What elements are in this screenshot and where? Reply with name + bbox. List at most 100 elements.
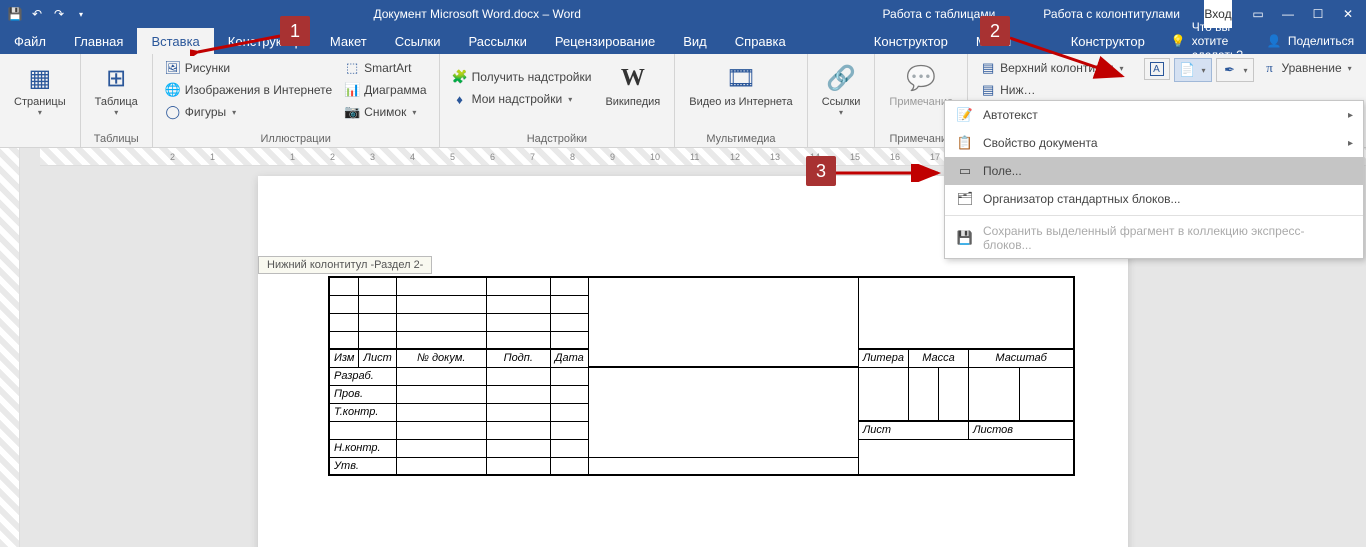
pictures-button[interactable]: 🖼Рисунки: [161, 58, 336, 78]
table-icon: ⊞: [100, 62, 132, 94]
share-label: Поделиться: [1288, 34, 1354, 48]
group-illustrations: 🖼Рисунки 🌐 Изображения в Интернете ◯Фигур…: [153, 54, 440, 147]
field-label: Поле...: [983, 164, 1022, 178]
get-addins-button[interactable]: 🧩Получить надстройки: [448, 67, 596, 87]
close-icon[interactable]: ✕: [1334, 0, 1362, 28]
video-icon: 🎞: [725, 62, 757, 94]
redo-icon[interactable]: ↷: [50, 5, 68, 23]
equation-button[interactable]: πУравнение▾: [1258, 58, 1356, 78]
autotext-icon: 📝: [955, 107, 975, 123]
bulb-icon: 💡: [1171, 34, 1186, 48]
tab-help[interactable]: Справка: [721, 28, 800, 54]
save-block-item: 💾Сохранить выделенный фрагмент в коллекц…: [945, 218, 1363, 258]
shapes-button[interactable]: ◯Фигуры▾: [161, 102, 336, 122]
arrow-1: [190, 32, 280, 56]
wikipedia-button[interactable]: W Википедия: [599, 58, 666, 112]
tell-me-search[interactable]: 💡 Что вы хотите сделать?: [1159, 28, 1255, 54]
tab-mailings[interactable]: Рассылки: [454, 28, 540, 54]
textbox-button[interactable]: A: [1144, 58, 1170, 80]
online-pictures-icon: 🌐: [165, 82, 181, 98]
link-icon: 🔗: [825, 62, 857, 94]
cell-mashtab: Масштаб: [968, 349, 1074, 367]
qat-more-icon[interactable]: ▾: [72, 5, 90, 23]
group-addins-label: Надстройки: [448, 131, 667, 145]
tab-table-design[interactable]: Конструктор: [860, 28, 962, 54]
ribbon: ▦ Страницы ▾ ⊞ Таблица ▾ Таблицы 🖼Рисунк…: [0, 54, 1366, 148]
arrow-3: [836, 164, 946, 182]
video-label: Видео из Интернета: [689, 96, 792, 108]
smartart-label: SmartArt: [364, 61, 411, 75]
my-addins-label: Мои надстройки: [472, 92, 563, 106]
save-block-icon: 💾: [955, 230, 975, 246]
tab-review[interactable]: Рецензирование: [541, 28, 669, 54]
table-label: Таблица: [95, 96, 138, 108]
cell-izm: Изм: [329, 349, 359, 367]
smartart-icon: ⬚: [344, 60, 360, 76]
organizer-icon: 🗂: [955, 191, 975, 207]
autotext-item[interactable]: 📝Автотекст▸: [945, 101, 1363, 129]
tab-file[interactable]: Файл: [0, 28, 60, 54]
group-links: 🔗 Ссылки ▾: [808, 54, 876, 147]
cell-massa: Масса: [908, 349, 968, 367]
wikipedia-icon: W: [617, 62, 649, 94]
cell-razrab: Разраб.: [329, 367, 396, 385]
online-pictures-button[interactable]: 🌐 Изображения в Интернете: [161, 80, 336, 100]
cell-list: Лист: [359, 349, 396, 367]
screenshot-button[interactable]: 📷Снимок▾: [340, 102, 430, 122]
cell-litera: Литера: [858, 349, 908, 367]
header-icon: ▤: [980, 60, 996, 76]
online-pictures-label: Изображения в Интернете: [185, 83, 332, 97]
table-button[interactable]: ⊞ Таблица ▾: [89, 58, 144, 121]
tab-references[interactable]: Ссылки: [381, 28, 455, 54]
maximize-icon[interactable]: ☐: [1304, 0, 1332, 28]
footer-section-label: Нижний колонтитул -Раздел 2-: [258, 256, 432, 274]
chart-button[interactable]: 📊 Диаграмма: [340, 80, 430, 100]
pages-label: Страницы: [14, 96, 66, 108]
pages-button[interactable]: ▦ Страницы ▾: [8, 58, 72, 121]
links-button[interactable]: 🔗 Ссылки ▾: [816, 58, 867, 121]
smartart-button[interactable]: ⬚ SmartArt: [340, 58, 430, 78]
chevron-right-icon: ▸: [1348, 138, 1353, 149]
quickparts-button[interactable]: 📄▾: [1174, 58, 1212, 82]
quickparts-dropdown: 📝Автотекст▸ 📋Свойство документа▸ ▭Поле..…: [944, 100, 1364, 259]
callout-3: 3: [806, 156, 836, 186]
footer-label: Ниж…: [1000, 83, 1035, 97]
docprop-icon: 📋: [955, 135, 975, 151]
chevron-right-icon: ▸: [1348, 110, 1353, 121]
share-button[interactable]: 👤 Поделиться: [1255, 28, 1366, 54]
equation-icon: π: [1262, 60, 1278, 76]
get-addins-label: Получить надстройки: [472, 70, 592, 84]
cell-data: Дата: [550, 349, 588, 367]
share-icon: 👤: [1267, 34, 1282, 48]
chart-icon: 📊: [344, 82, 360, 98]
save-icon[interactable]: 💾: [6, 5, 24, 23]
minimize-icon[interactable]: —: [1274, 0, 1302, 28]
header-tools-label: Работа с колонтитулами: [1019, 0, 1204, 28]
vertical-ruler[interactable]: [0, 148, 20, 547]
cell-list2: Лист: [858, 421, 968, 439]
wordart-button[interactable]: ✒▾: [1216, 58, 1254, 82]
screenshot-icon: 📷: [344, 104, 360, 120]
ribbon-display-icon[interactable]: ▭: [1244, 0, 1272, 28]
my-addins-button[interactable]: ♦Мои надстройки▾: [448, 89, 596, 109]
cell-podp: Подп.: [486, 349, 550, 367]
tab-view[interactable]: Вид: [669, 28, 721, 54]
online-video-button[interactable]: 🎞 Видео из Интернета: [683, 58, 798, 112]
footer-icon: ▤: [980, 82, 996, 98]
tab-layout[interactable]: Макет: [316, 28, 381, 54]
textbox-icon: A: [1150, 62, 1164, 76]
group-tables: ⊞ Таблица ▾ Таблицы: [81, 54, 153, 147]
title-block-table[interactable]: ИзмЛист№ докум.Подп.Дата Литера Масса Ма…: [328, 276, 1075, 476]
chart-label: Диаграмма: [364, 83, 426, 97]
pages-icon: ▦: [24, 62, 56, 94]
wikipedia-label: Википедия: [605, 96, 660, 108]
organizer-item[interactable]: 🗂Организатор стандартных блоков...: [945, 185, 1363, 213]
docprop-item[interactable]: 📋Свойство документа▸: [945, 129, 1363, 157]
title-bar: 💾 ↶ ↷ ▾ Документ Microsoft Word.docx – W…: [0, 0, 1366, 28]
tab-home[interactable]: Главная: [60, 28, 137, 54]
group-pages: ▦ Страницы ▾: [0, 54, 81, 147]
field-item[interactable]: ▭Поле...: [945, 157, 1363, 185]
group-media: 🎞 Видео из Интернета Мультимедиа: [675, 54, 807, 147]
cell-nkontr: Н.контр.: [329, 439, 396, 457]
undo-icon[interactable]: ↶: [28, 5, 46, 23]
